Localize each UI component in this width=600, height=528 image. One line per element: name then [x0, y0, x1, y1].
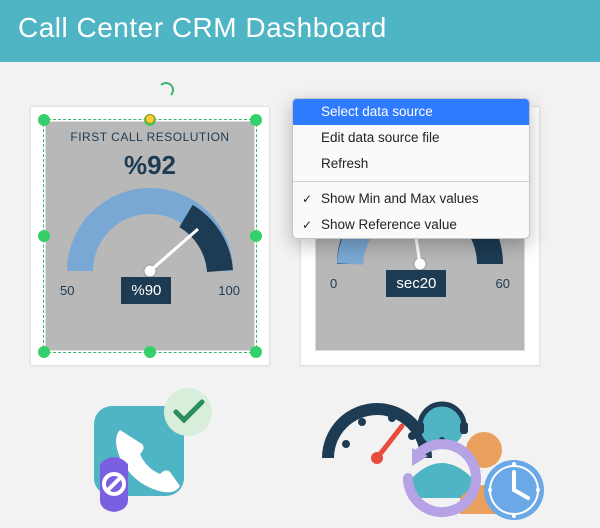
gauge-scale: 0 sec20 60 [316, 270, 524, 297]
menu-toggle-show-min-max[interactable]: Show Min and Max values [293, 186, 529, 212]
gauge-scale: 50 %90 100 [46, 277, 254, 304]
menu-separator [293, 181, 529, 182]
menu-item-refresh[interactable]: Refresh [293, 151, 529, 177]
gauge-arc-icon [60, 181, 240, 281]
gauge-panel: FIRST CALL RESOLUTION %92 50 %90 100 [45, 121, 255, 351]
menu-toggle-show-reference[interactable]: Show Reference value [293, 212, 529, 238]
gauge-reference-badge: sec20 [386, 270, 446, 297]
dashboard-canvas[interactable]: FIRST CALL RESOLUTION %92 50 %90 100 [0, 62, 600, 525]
gauge-min: 0 [330, 276, 337, 291]
gauge-reference-badge: %90 [121, 277, 171, 304]
menu-item-label: Refresh [321, 156, 368, 171]
illustration-call-quality [72, 386, 232, 516]
gauge-card-first-call-resolution[interactable]: FIRST CALL RESOLUTION %92 50 %90 100 [30, 106, 270, 366]
menu-item-label: Show Reference value [321, 217, 457, 232]
menu-item-edit-data-source-file[interactable]: Edit data source file [293, 125, 529, 151]
context-menu[interactable]: Select data source Edit data source file… [292, 98, 530, 239]
gauge-min: 50 [60, 283, 74, 298]
page-title-text: Call Center CRM Dashboard [18, 12, 387, 43]
menu-item-label: Show Min and Max values [321, 191, 479, 206]
page-title: Call Center CRM Dashboard [0, 0, 600, 62]
gauge-max: 60 [496, 276, 510, 291]
menu-item-select-data-source[interactable]: Select data source [293, 99, 529, 125]
gauge-value: %92 [46, 150, 254, 181]
illustration-agents-metrics [312, 378, 552, 528]
check-badge-bg [164, 388, 212, 436]
menu-item-label: Edit data source file [321, 130, 440, 145]
menu-item-label: Select data source [321, 104, 433, 119]
gauge-title: FIRST CALL RESOLUTION [46, 122, 254, 144]
loading-spinner-icon [158, 82, 174, 98]
gauge-max: 100 [218, 283, 240, 298]
